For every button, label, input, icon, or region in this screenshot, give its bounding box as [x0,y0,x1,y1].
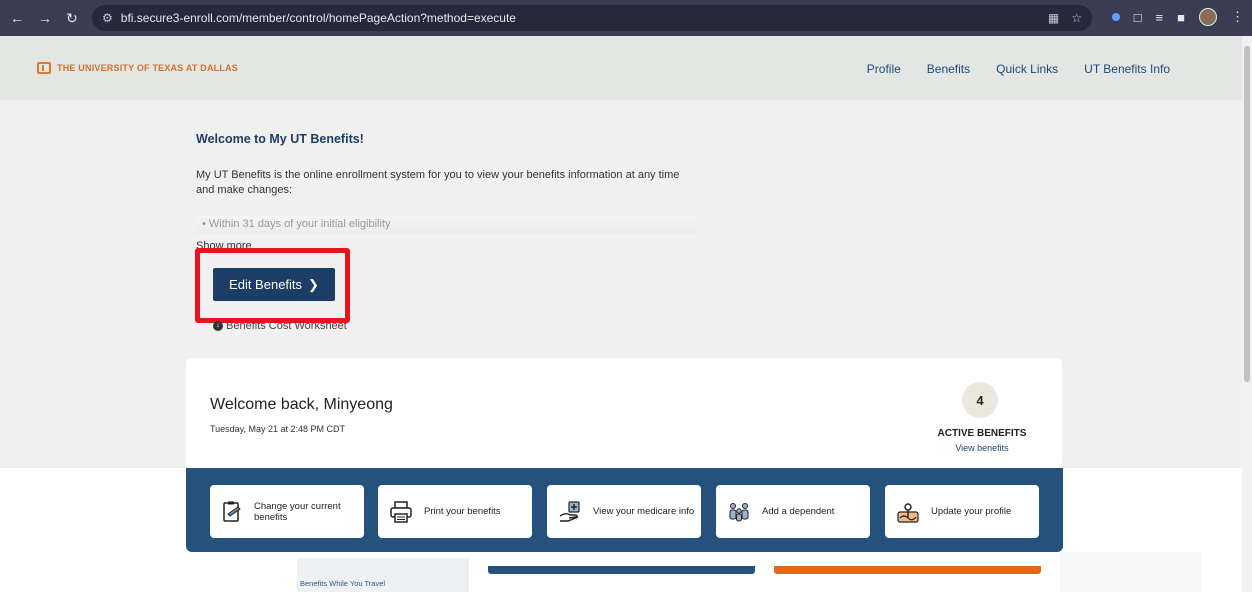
page-title: Welcome to My UT Benefits! [196,132,364,146]
site-info-icon[interactable]: ⚙ [102,11,113,25]
address-bar[interactable]: ⚙ bfi.secure3-enroll.com/member/control/… [92,5,1092,31]
session-date: Tuesday, May 21 at 2:48 PM CDT [210,424,346,434]
blue-card-edge [488,566,755,574]
back-icon[interactable]: ← [10,10,24,26]
page-content: THE UNIVERSITY OF TEXAS AT DALLAS Profil… [0,36,1242,592]
change-benefits-tile[interactable]: Change your current benefits [210,485,364,538]
profile-avatar[interactable] [1199,8,1217,26]
eligibility-bullet: • Within 31 days of your initial eligibi… [196,216,696,234]
print-benefits-label: Print your benefits [424,506,501,517]
nav-benefits[interactable]: Benefits [927,62,970,76]
medicare-info-label: View your medicare info [593,506,695,517]
download-icon: ↓ [213,321,223,331]
update-profile-tile[interactable]: Update your profile [885,485,1039,538]
extensions-puzzle-icon[interactable]: □ [1134,10,1142,25]
forward-icon[interactable]: → [38,10,52,26]
menu-kebab-icon[interactable]: ⋮ [1231,9,1244,25]
extension-dot-icon[interactable] [1111,13,1120,21]
site-header: THE UNIVERSITY OF TEXAS AT DALLAS Profil… [0,36,1242,100]
nav-quick-links[interactable]: Quick Links [996,62,1058,76]
scrollbar-thumb[interactable] [1244,46,1250,382]
active-benefits-label: ACTIVE BENEFITS [937,428,1027,439]
nav-ut-benefits-info[interactable]: UT Benefits Info [1084,62,1170,76]
nav-profile[interactable]: Profile [867,62,901,76]
orange-card-edge [774,566,1041,574]
utd-logo-icon [37,62,51,74]
edit-benefits-label: Edit Benefits [229,277,303,292]
brand-name: THE UNIVERSITY OF TEXAS AT DALLAS [57,63,238,73]
change-benefits-label: Change your current benefits [254,500,341,523]
right-panel-edge [1060,552,1202,592]
print-benefits-tile[interactable]: Print your benefits [378,485,532,538]
benefits-cost-worksheet-link[interactable]: ↓ Benefits Cost Worksheet [213,320,347,332]
omnibox-actions: ▦ ☆ [1048,11,1082,25]
brand-logo[interactable]: THE UNIVERSITY OF TEXAS AT DALLAS [37,62,238,74]
medical-hand-icon [557,499,583,525]
add-dependent-label: Add a dependent [762,506,835,517]
family-icon [726,499,752,525]
greeting: Welcome back, Minyeong [210,396,393,413]
printer-icon [388,499,414,525]
top-navigation: Profile Benefits Quick Links UT Benefits… [867,62,1170,76]
medicare-info-tile[interactable]: View your medicare info [547,485,701,538]
welcome-back-card: Welcome back, Minyeong Tuesday, May 21 a… [186,358,1062,468]
reload-icon[interactable]: ↻ [66,10,78,27]
bookmark-star-icon[interactable]: ☆ [1071,11,1082,25]
url-text[interactable]: bfi.secure3-enroll.com/member/control/ho… [121,11,516,25]
translate-icon[interactable]: ▦ [1048,11,1059,25]
clipboard-edit-icon [220,499,244,525]
worksheet-label: Benefits Cost Worksheet [226,320,347,332]
add-dependent-tile[interactable]: Add a dependent [716,485,870,538]
page-scrollbar[interactable] [1242,36,1252,592]
profile-map-icon [895,499,921,525]
intro-text: My UT Benefits is the online enrollment … [196,169,680,196]
sidebar-panel: Benefits While You Travel [297,558,469,592]
reading-list-icon[interactable]: ≡ [1156,10,1164,25]
sidebar-item-travel[interactable]: Benefits While You Travel [300,579,385,588]
sidepanel-icon[interactable]: ■ [1177,10,1185,25]
active-benefits-count: 4 [962,382,998,418]
browser-toolbar: ← → ↻ ⚙ bfi.secure3-enroll.com/member/co… [0,0,1252,36]
update-profile-label: Update your profile [931,506,1012,517]
extensions-area: □ ≡ ■ ⋮ [1111,8,1244,26]
chevron-right-icon: ❯ [308,276,319,292]
edit-benefits-button[interactable]: Edit Benefits ❯ [213,268,335,301]
quick-actions-band: Change your current benefits Print your … [186,468,1063,552]
view-benefits-link[interactable]: View benefits [922,443,1042,453]
browser-nav: ← → ↻ [0,10,96,27]
